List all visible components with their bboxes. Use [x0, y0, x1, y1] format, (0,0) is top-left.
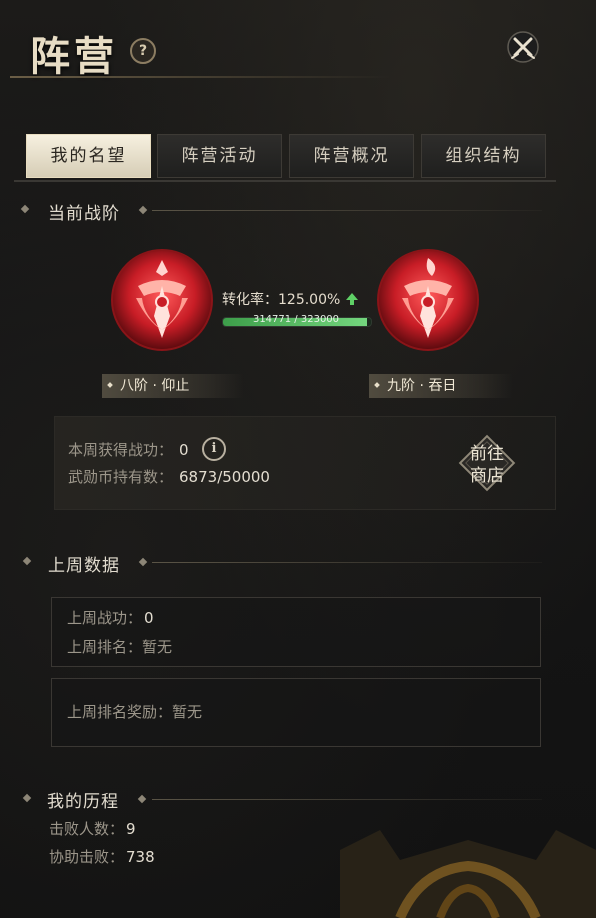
- tabs-divider: [14, 180, 556, 182]
- shop-button[interactable]: 前往 商店: [464, 443, 510, 487]
- tab-faction-overview[interactable]: 阵营概况: [289, 134, 414, 178]
- coins-label: 武勋币持有数：: [68, 468, 174, 486]
- info-icon[interactable]: i: [202, 437, 226, 461]
- shop-button-line1: 前往: [470, 444, 504, 464]
- page-title: 阵营: [30, 33, 118, 80]
- weekly-merit-row: 本周获得战功： 0: [68, 439, 189, 460]
- assists-label: 协助击败：: [49, 848, 125, 866]
- defeats-label: 击败人数：: [49, 820, 125, 838]
- last-week-rank-row: 上周排名：暂无: [67, 636, 172, 657]
- shop-button-line2: 商店: [470, 466, 504, 486]
- current-rank-name: 八阶 · 仰止: [120, 378, 190, 394]
- tab-faction-activities[interactable]: 阵营活动: [157, 134, 282, 178]
- arrow-up-icon: [345, 293, 358, 305]
- help-icon[interactable]: ?: [130, 38, 156, 64]
- close-icon[interactable]: [506, 30, 540, 64]
- last-week-merit-label: 上周战功：: [67, 609, 143, 627]
- header-divider: [10, 76, 390, 78]
- coins-value: 6873/50000: [179, 468, 270, 486]
- section-title-current-rank: 当前战阶: [48, 204, 120, 224]
- faction-watermark-icon: [340, 830, 596, 918]
- last-week-reward-row: 上周排名奖励：暂无: [67, 701, 202, 722]
- weekly-merit-label: 本周获得战功：: [68, 441, 174, 459]
- last-week-reward-value: 暂无: [172, 703, 203, 721]
- last-week-rank-value: 暂无: [142, 638, 173, 656]
- last-week-reward-label: 上周排名奖励：: [67, 703, 173, 721]
- defeats-row: 击败人数： 9: [49, 818, 136, 839]
- conversion-rate: 转化率：125.00%: [222, 289, 359, 309]
- next-rank-label: 九阶 · 吞日: [369, 374, 513, 398]
- last-week-merit-value: 0: [144, 609, 154, 627]
- section-line: [152, 210, 542, 211]
- section-line: [152, 799, 542, 800]
- conversion-rate-value: 125.00%: [278, 292, 341, 308]
- assists-value: 738: [126, 848, 155, 866]
- section-title-last-week: 上周数据: [48, 556, 120, 576]
- tab-organization[interactable]: 组织结构: [421, 134, 546, 178]
- coins-row: 武勋币持有数： 6873/50000: [68, 466, 270, 487]
- current-rank-label: 八阶 · 仰止: [102, 374, 244, 398]
- weekly-merit-value: 0: [179, 441, 189, 459]
- last-week-rank-label: 上周排名：: [67, 638, 143, 656]
- assists-row: 协助击败： 738: [49, 846, 155, 867]
- section-line: [152, 562, 542, 563]
- defeats-value: 9: [126, 820, 136, 838]
- section-title-history: 我的历程: [47, 792, 119, 812]
- tab-my-reputation[interactable]: 我的名望: [26, 134, 151, 178]
- rank-progress-text: 314771 / 323000: [252, 314, 340, 325]
- next-rank-emblem-icon: [377, 249, 479, 351]
- current-rank-emblem-icon: [111, 249, 213, 351]
- last-week-merit-row: 上周战功： 0: [67, 607, 154, 628]
- next-rank-name: 九阶 · 吞日: [387, 378, 457, 394]
- conversion-rate-label: 转化率：: [222, 292, 278, 308]
